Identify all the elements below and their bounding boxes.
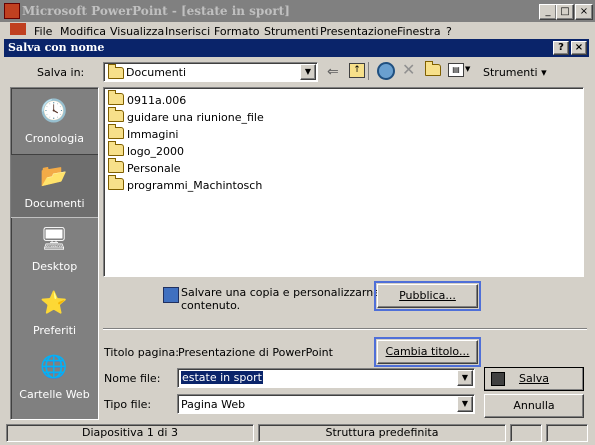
file-name: 0911a.006 (127, 94, 187, 107)
delete-icon[interactable]: ✕ (402, 60, 415, 79)
menu-help[interactable]: ? (446, 25, 452, 36)
place-documents[interactable]: 📂 Documenti (11, 154, 98, 218)
file-name: guidare una riunione_file (127, 111, 264, 124)
file-name-label: Nome file: (104, 372, 161, 385)
separator (103, 328, 587, 330)
folder-icon (108, 158, 124, 173)
save-button[interactable]: Salva (484, 367, 584, 391)
folder-icon (108, 175, 124, 190)
status-design: Struttura predefinita (258, 424, 506, 442)
list-item[interactable]: Personale (108, 158, 181, 177)
publish-button-label: Pubblica... (399, 289, 456, 302)
app-title: Microsoft PowerPoint - [estate in sport] (22, 4, 290, 18)
file-name: Personale (127, 162, 181, 175)
folder-icon (108, 141, 124, 156)
place-documents-label: Documenti (24, 197, 85, 210)
publish-button[interactable]: Pubblica... (374, 281, 481, 311)
file-name: programmi_Machintosch (127, 179, 263, 192)
menu-strumenti[interactable]: Strumenti (264, 25, 319, 36)
publish-icon (163, 287, 179, 303)
status-bar: Diapositiva 1 di 3 Struttura predefinita (0, 421, 595, 445)
file-type-dropdown[interactable]: Pagina Web ▼ (177, 394, 475, 414)
file-name: logo_2000 (127, 145, 184, 158)
menu-modifica[interactable]: Modifica (60, 25, 106, 36)
web-folders-icon: 🌐 (40, 355, 68, 380)
menu-finestra[interactable]: Finestra (397, 25, 441, 36)
history-icon: 🕓 (40, 99, 68, 124)
cancel-button[interactable]: Annulla (484, 394, 584, 418)
chevron-down-icon[interactable]: ▼ (457, 370, 473, 386)
list-item[interactable]: Immagini (108, 124, 179, 143)
place-desktop[interactable]: 🖥 Desktop (11, 218, 98, 280)
place-history[interactable]: 🕓 Cronologia (11, 90, 98, 152)
file-name-input[interactable]: estate in sport ▼ (177, 368, 475, 388)
views-dropdown-icon[interactable]: ▼ (465, 65, 470, 73)
folder-icon (108, 90, 124, 105)
save-button-label: Salva (518, 372, 550, 385)
list-item[interactable]: guidare una riunione_file (108, 107, 264, 126)
dialog-close-button[interactable]: × (571, 41, 587, 55)
list-item[interactable]: 0911a.006 (108, 90, 187, 109)
views-icon[interactable]: ▤ (448, 63, 464, 77)
file-type-label: Tipo file: (104, 398, 152, 411)
save-in-label: Salva in: (37, 66, 85, 79)
status-empty-1 (510, 424, 542, 442)
page-title-label: Titolo pagina: (104, 346, 179, 359)
dialog-title-bar: Salva con nome ? × (4, 39, 589, 57)
menu-visualizza[interactable]: Visualizza (110, 25, 164, 36)
folder-icon (108, 124, 124, 139)
publish-text-2: contenuto. (181, 299, 241, 312)
place-history-label: Cronologia (25, 132, 84, 145)
change-title-label: Cambia titolo... (385, 345, 470, 358)
search-web-icon[interactable] (377, 62, 395, 80)
folder-icon (108, 64, 124, 82)
menu-formato[interactable]: Formato (214, 25, 260, 36)
tools-label: Strumenti (483, 66, 538, 79)
close-icon[interactable]: × (575, 4, 593, 20)
favorites-icon: ⭐ (40, 291, 68, 316)
chevron-down-icon[interactable]: ▼ (300, 64, 316, 80)
powerpoint-icon (4, 3, 20, 19)
desktop-icon: 🖥 (40, 227, 68, 252)
change-title-button[interactable]: Cambia titolo... (374, 337, 481, 367)
status-slide: Diapositiva 1 di 3 (6, 424, 254, 442)
maximize-icon[interactable]: □ (556, 4, 574, 20)
app-title-bar: Microsoft PowerPoint - [estate in sport]… (0, 0, 595, 22)
place-favorites-label: Preferiti (32, 324, 77, 337)
document-icon (10, 23, 26, 35)
status-empty-2 (546, 424, 588, 442)
menu-file[interactable]: File (34, 25, 52, 36)
page-title-value: Presentazione di PowerPoint (178, 346, 333, 359)
back-arrow-icon[interactable]: ⇐ (327, 64, 339, 80)
place-desktop-label: Desktop (31, 260, 78, 273)
list-item[interactable]: programmi_Machintosch (108, 175, 263, 194)
file-type-value: Pagina Web (181, 398, 246, 411)
place-favorites[interactable]: ⭐ Preferiti (11, 282, 98, 344)
dialog-title: Salva con nome (8, 41, 105, 54)
tools-menu[interactable]: Strumenti ▾ (483, 66, 547, 79)
file-name: Immagini (127, 128, 179, 141)
documents-folder-icon: 📂 (40, 164, 68, 189)
save-in-dropdown[interactable]: Documenti ▼ (103, 62, 318, 82)
publish-text-1: Salvare una copia e personalizzarne il (181, 286, 390, 299)
toolbar-divider (368, 62, 369, 80)
save-in-value: Documenti (126, 66, 187, 79)
disk-icon (491, 372, 505, 386)
new-folder-icon[interactable] (425, 61, 441, 79)
places-bar: 🕓 Cronologia 📂 Documenti 🖥 Desktop ⭐ Pre… (10, 87, 99, 420)
chevron-down-icon[interactable]: ▼ (457, 396, 473, 412)
menu-presentazione[interactable]: Presentazione (320, 25, 397, 36)
file-name-value: estate in sport (181, 371, 263, 384)
place-web-folders-label: Cartelle Web (19, 388, 90, 401)
folder-icon (108, 107, 124, 122)
file-list[interactable]: 0911a.006 guidare una riunione_file Imma… (103, 87, 584, 277)
menu-inserisci[interactable]: Inserisci (165, 25, 210, 36)
help-button[interactable]: ? (553, 41, 569, 55)
menu-bar: File Modifica Visualizza Inserisci Forma… (0, 22, 595, 36)
minimize-icon[interactable]: _ (539, 4, 557, 20)
place-web-folders[interactable]: 🌐 Cartelle Web (11, 346, 98, 408)
list-item[interactable]: logo_2000 (108, 141, 184, 160)
up-folder-icon[interactable]: ↑ (349, 63, 365, 78)
